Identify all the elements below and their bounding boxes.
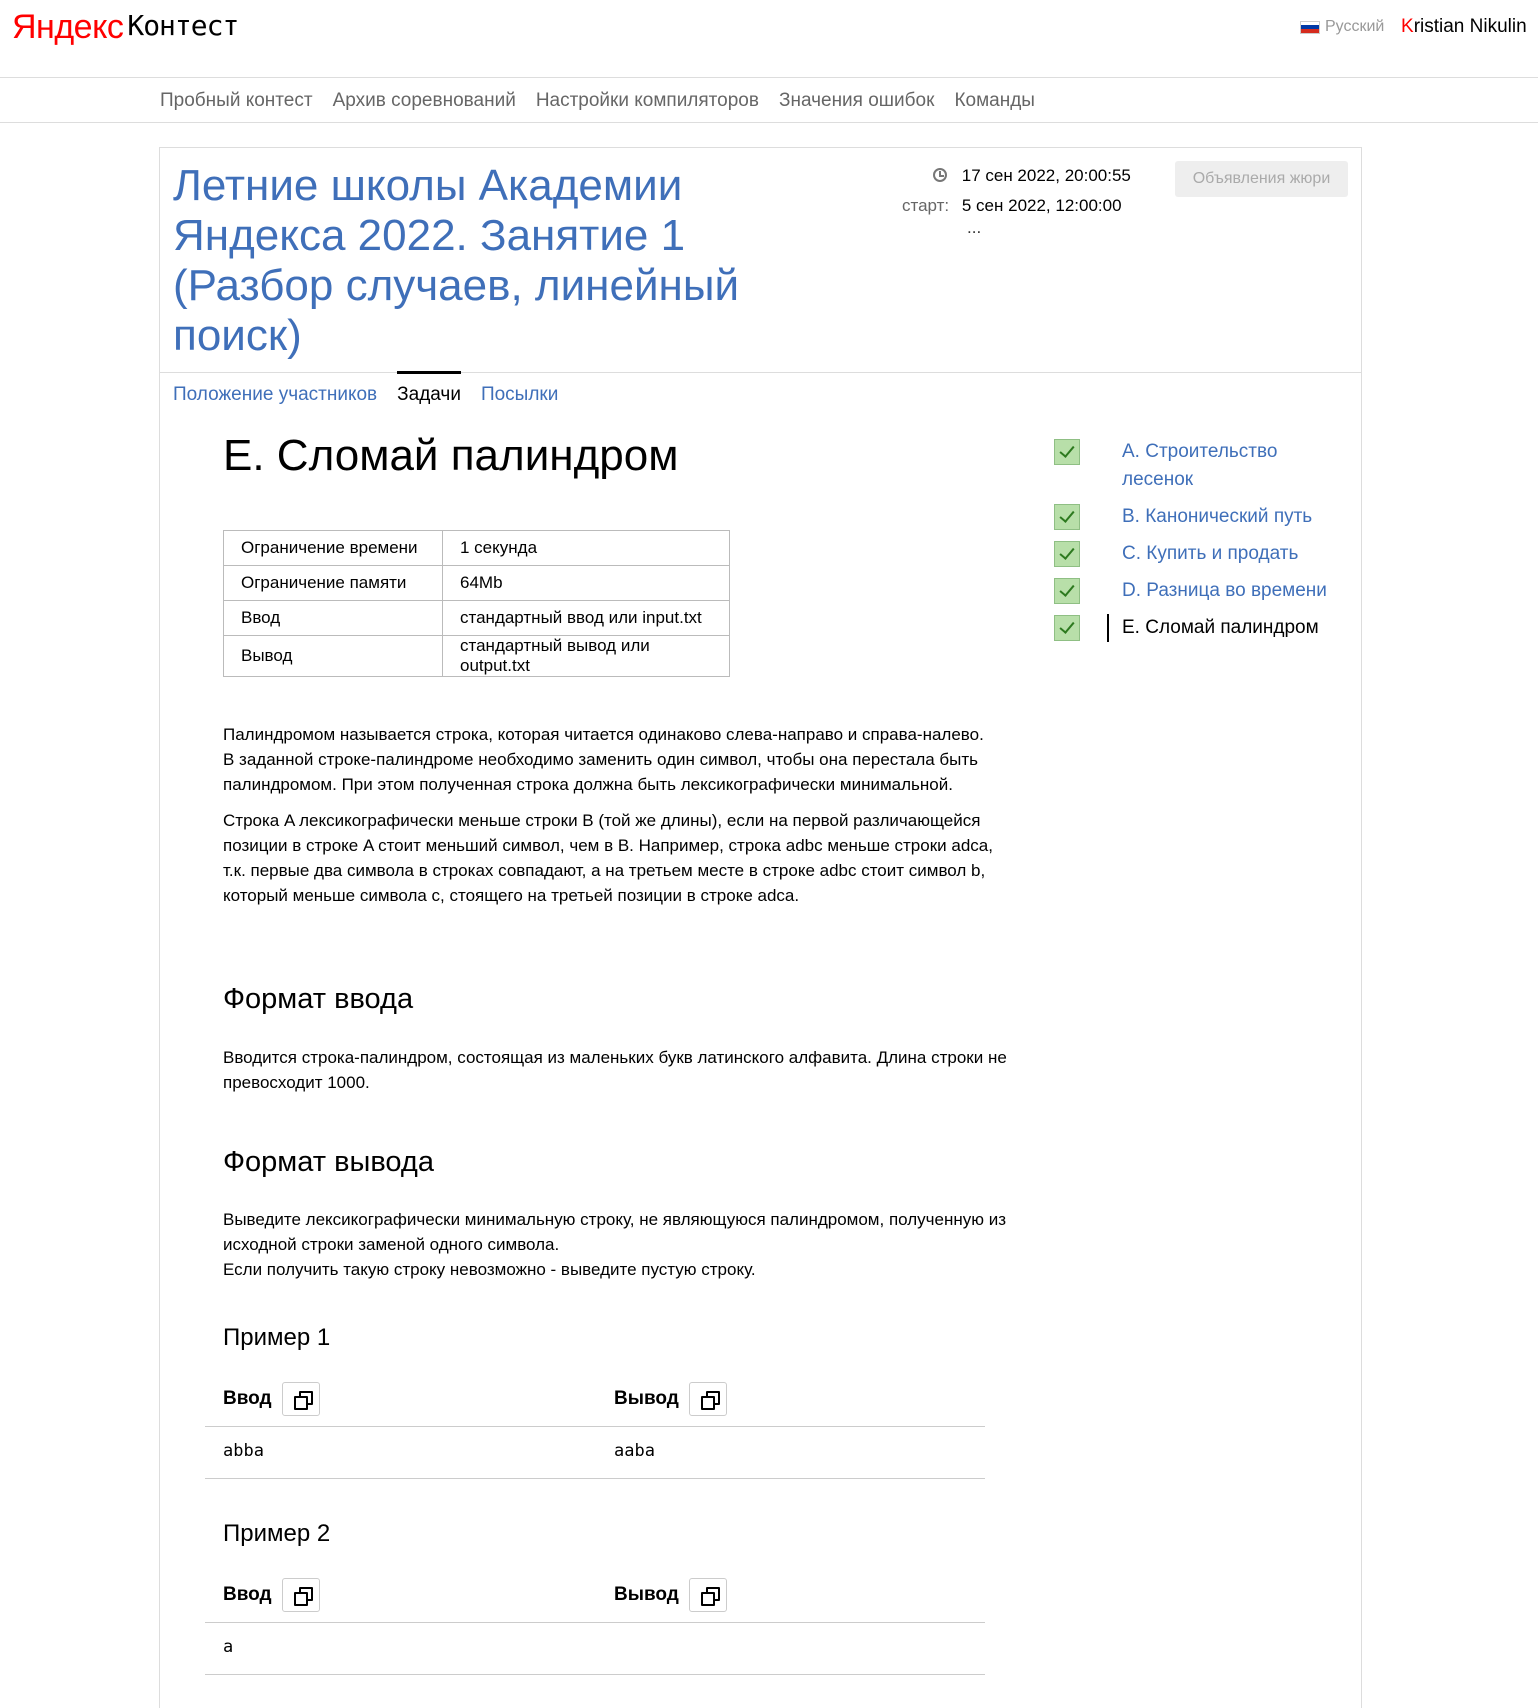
current-time: 17 сен 2022, 20:00:55 [961,166,1131,185]
limit-label: Ограничение памяти [223,565,443,601]
table-row: Вывод стандартный вывод или output.txt [223,635,730,677]
clock-icon [933,168,947,182]
statement-paragraph-3: Строка A лексикографически меньше строки… [223,811,993,905]
problem-link[interactable]: D. Разница во времени [1110,577,1342,605]
contest-tabs: Положение участников Задачи Посылки [173,371,558,406]
divider [205,1674,985,1675]
start-time-row: старт: 5 сен 2022, 12:00:00 [902,196,1122,216]
output-format-paragraph-2: Если получить такую строку невозможно - … [223,1260,756,1279]
problem-list-item[interactable]: A. Строительство лесенок [1054,438,1342,494]
output-format-title: Формат вывода [223,1146,434,1178]
top-nav: Пробный контест Архив соревнований Настр… [0,78,1538,123]
checkmark-icon [1054,615,1080,641]
yandex-contest-logo[interactable]: Яндекс Контест [12,8,239,47]
contest-title[interactable]: Летние школы Академии Яндекса 2022. Заня… [173,161,773,361]
input-label: Ввод [223,1388,272,1409]
checkmark-icon [1054,541,1080,567]
table-row: Ограничение памяти 64Mb [223,565,730,601]
more-ellipsis[interactable]: ... [967,218,981,238]
tab-submissions[interactable]: Посылки [481,384,558,406]
input-format-text: Вводится строка-палиндром, состоящая из … [223,1048,1007,1092]
jury-announcements-button[interactable]: Объявления жюри [1175,161,1348,197]
output-label: Вывод [614,1584,679,1605]
checkmark-icon [1054,504,1080,530]
nav-trial-contest[interactable]: Пробный контест [160,90,313,112]
copy-icon[interactable] [688,1382,727,1416]
problem-link[interactable]: C. Купить и продать [1110,540,1342,568]
language-switcher[interactable]: Русский [1300,18,1384,36]
example-1-title: Пример 1 [223,1324,331,1351]
logo-yandex: Яндекс [12,8,124,46]
limit-value: стандартный ввод или input.txt [442,600,730,636]
nav-teams[interactable]: Команды [954,90,1035,112]
statement: Палиндромом называется строка, которая ч… [223,722,1013,908]
divider [205,1426,985,1427]
limit-label: Ввод [223,600,443,636]
input-label: Ввод [223,1584,272,1605]
copy-icon[interactable] [688,1578,727,1612]
example-1-output-header: Вывод [614,1382,727,1416]
tab-problems[interactable]: Задачи [397,371,461,406]
example-2-output-header: Вывод [614,1578,727,1612]
start-label: старт: [902,196,950,215]
problem-list-item[interactable]: B. Канонический путь [1054,503,1342,531]
limits-table: Ограничение времени 1 секунда Ограничени… [223,530,730,677]
example-2-title: Пример 2 [223,1520,331,1547]
copy-icon[interactable] [281,1578,320,1612]
nav-compiler-settings[interactable]: Настройки компиляторов [536,90,759,112]
checkmark-icon [1054,439,1080,465]
problem-list-item-current[interactable]: E. Сломай палиндром [1054,614,1342,642]
limit-label: Ограничение времени [223,530,443,566]
table-row: Ограничение времени 1 секунда [223,530,730,566]
output-format-paragraph-1: Выведите лексикографически минимальную с… [223,1210,1006,1254]
example-2-input[interactable]: a [223,1637,233,1657]
problem-list-item[interactable]: D. Разница во времени [1054,577,1342,605]
user-name[interactable]: Kristian Nikulin [1401,16,1527,38]
logo-contest: Контест [127,9,239,42]
limit-value: стандартный вывод или output.txt [442,635,730,677]
problem-link[interactable]: E. Сломай палиндром [1107,614,1342,642]
example-2-input-header: Ввод [223,1578,320,1612]
limit-value: 64Mb [442,565,730,601]
problem-link[interactable]: B. Канонический путь [1110,503,1342,531]
output-label: Вывод [614,1388,679,1409]
statement-paragraph-1: Палиндромом называется строка, которая ч… [223,725,984,744]
example-1-input[interactable]: abba [223,1441,264,1461]
problem-list-item[interactable]: C. Купить и продать [1054,540,1342,568]
contest-card: Летние школы Академии Яндекса 2022. Заня… [159,147,1362,1708]
tabs-divider [160,372,1361,373]
start-time: 5 сен 2022, 12:00:00 [961,196,1122,215]
problem-link[interactable]: A. Строительство лесенок [1110,438,1342,494]
limit-label: Вывод [223,635,443,677]
checkmark-icon [1054,578,1080,604]
example-1-input-header: Ввод [223,1382,320,1416]
divider [205,1622,985,1623]
divider [205,1478,985,1479]
output-format: Выведите лексикографически минимальную с… [223,1207,1013,1282]
current-time-row: 17 сен 2022, 20:00:55 [933,166,1131,186]
limit-value: 1 секунда [442,530,730,566]
header: Яндекс Контест Русский Kristian Nikulin [0,0,1538,78]
nav-error-codes[interactable]: Значения ошибок [779,90,934,112]
table-row: Ввод стандартный ввод или input.txt [223,600,730,636]
statement-paragraph-2: В заданной строке-палиндроме необходимо … [223,750,979,794]
problem-title: E. Сломай палиндром [223,431,679,480]
input-format-title: Формат ввода [223,983,414,1015]
nav-archive[interactable]: Архив соревнований [333,90,516,112]
tab-standings[interactable]: Положение участников [173,384,377,406]
copy-icon[interactable] [281,1382,320,1416]
example-1-output[interactable]: aaba [614,1441,655,1461]
language-label: Русский [1325,18,1385,35]
russian-flag-icon [1300,20,1320,34]
